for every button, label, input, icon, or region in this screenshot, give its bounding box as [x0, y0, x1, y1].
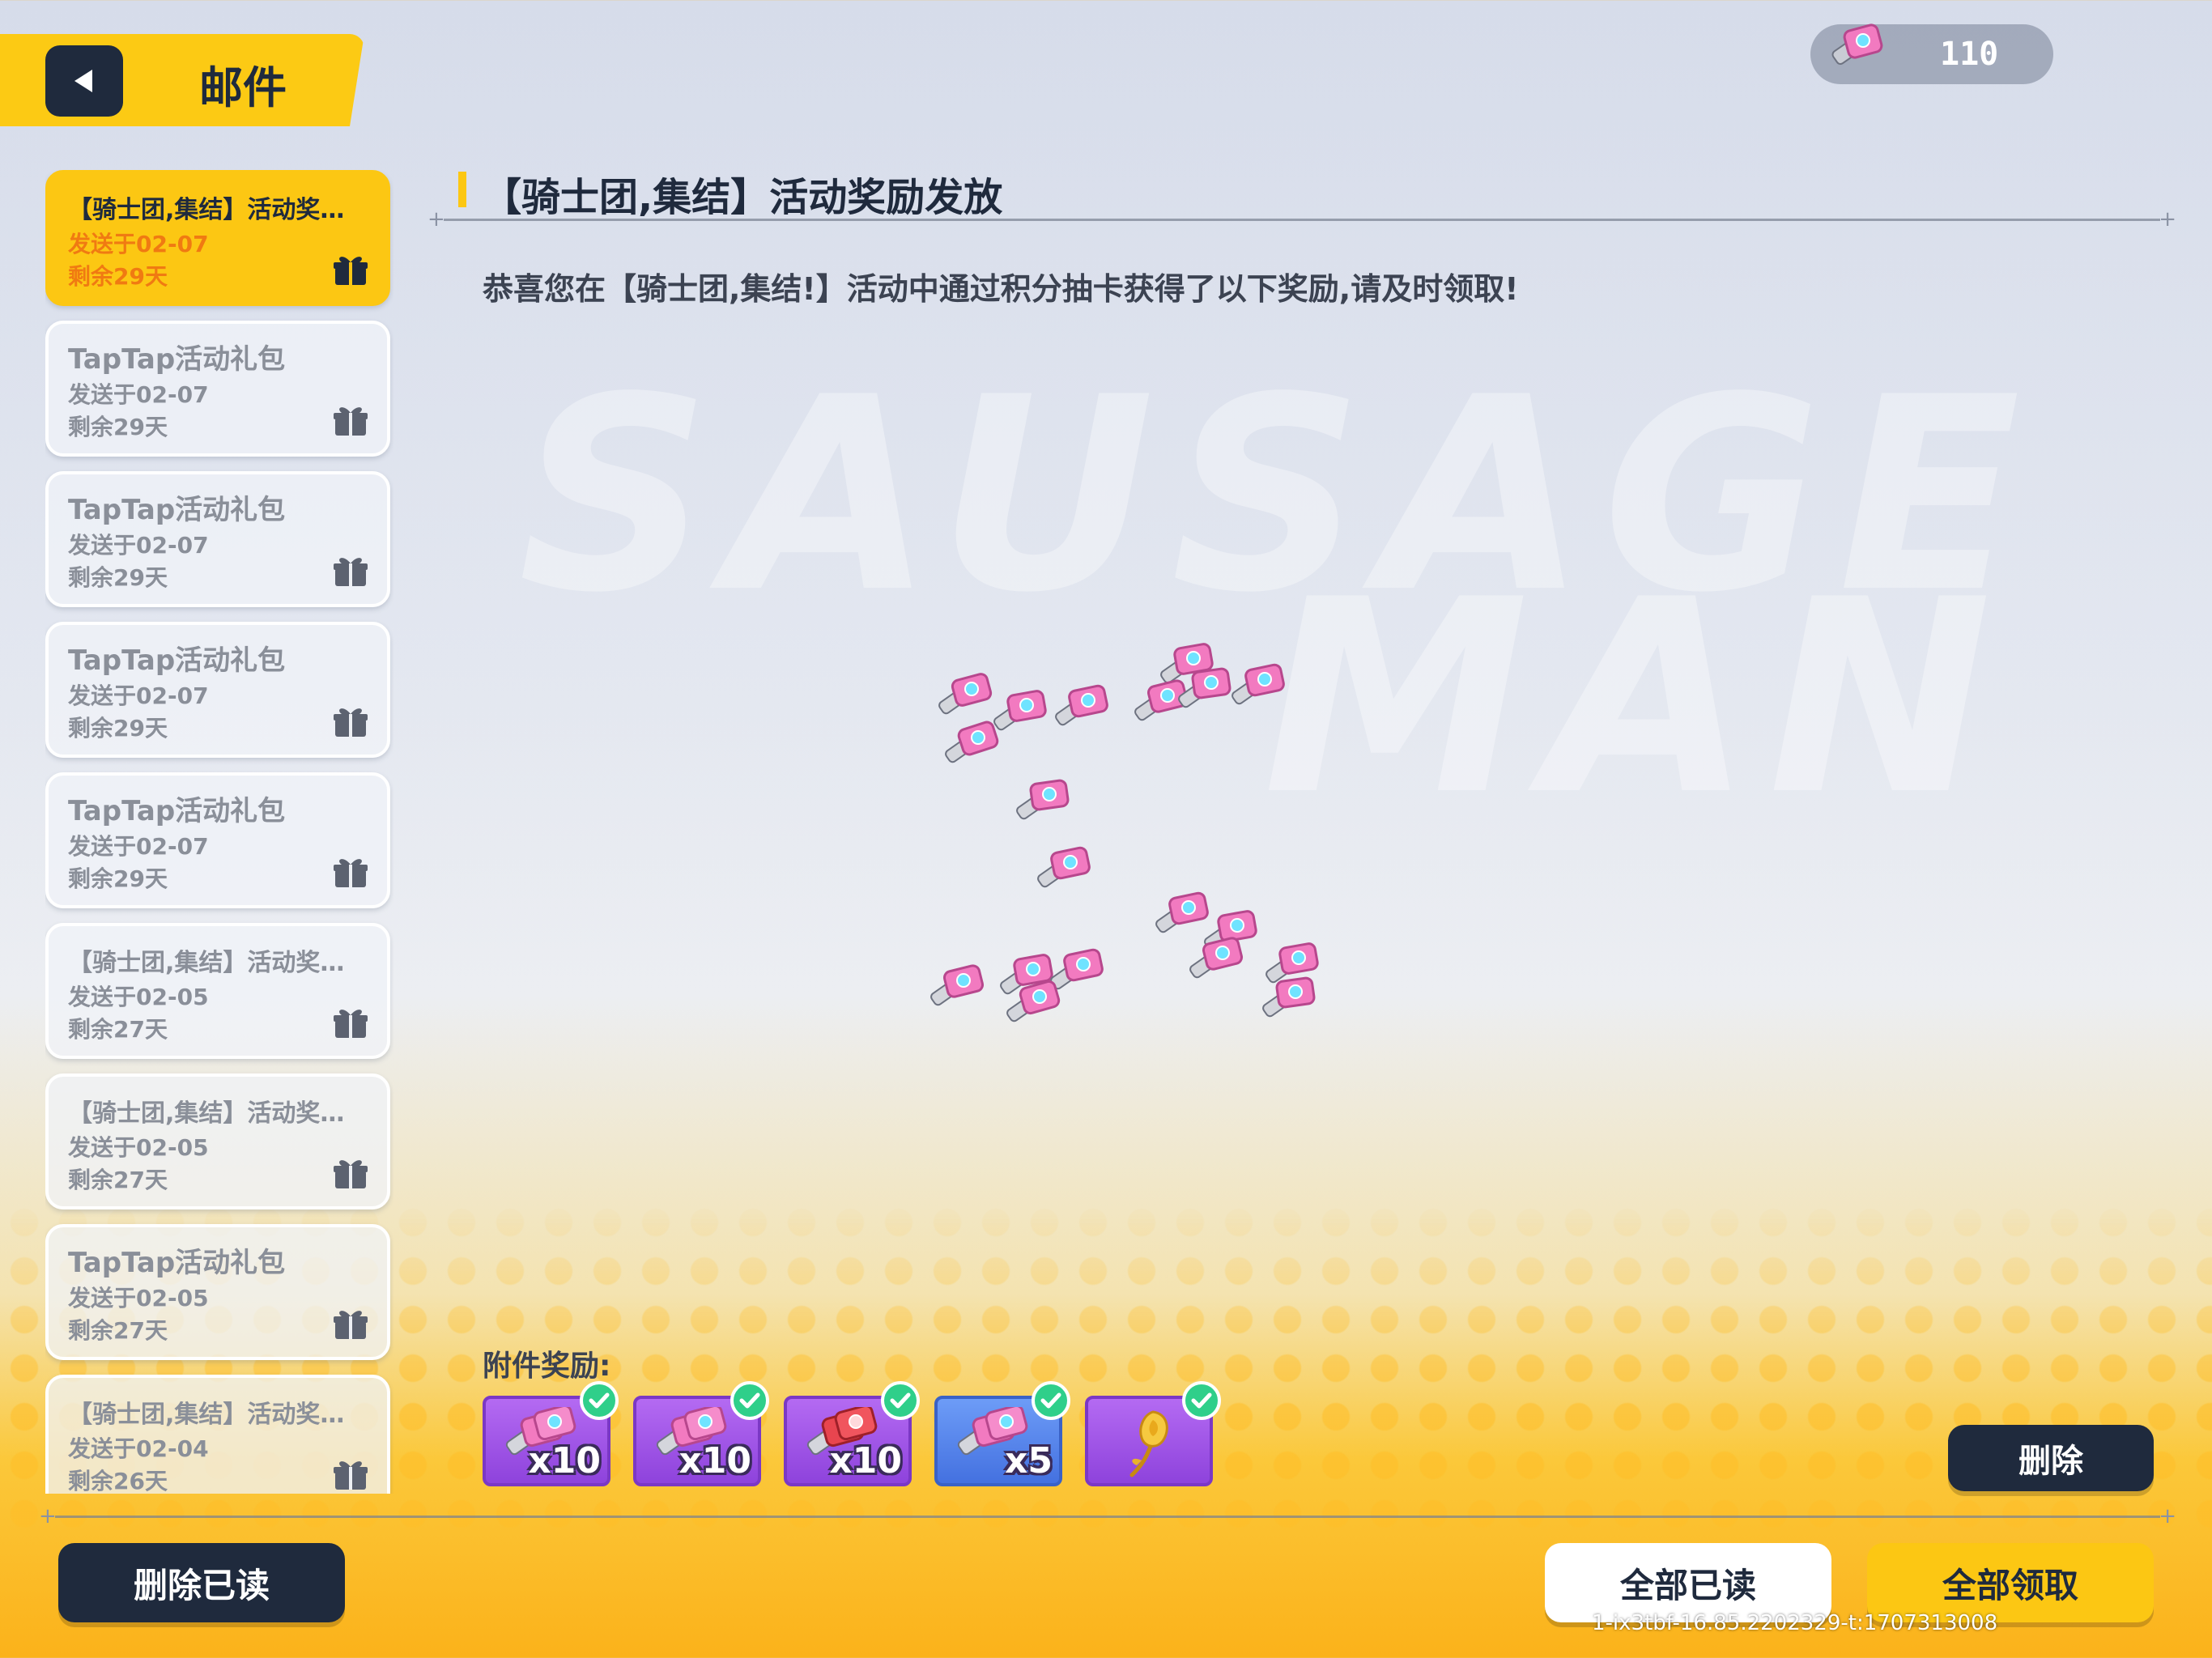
mail-item[interactable]: 【骑士团,集结】活动奖励发放 发送于02-05 剩余27天	[45, 1073, 390, 1209]
coupon-burst-animation	[907, 615, 1328, 1036]
mail-remaining: 剩余29天	[68, 865, 168, 892]
mail-remaining: 剩余26天	[68, 1468, 168, 1494]
mail-sent-date: 发送于02-07	[68, 682, 209, 709]
mail-remaining: 剩余29天	[68, 564, 168, 591]
mail-remaining: 剩余27天	[68, 1167, 168, 1193]
mail-item[interactable]: TapTap活动礼包 发送于02-07 剩余29天	[45, 471, 390, 607]
mail-item[interactable]: TapTap活动礼包 发送于02-07 剩余29天	[45, 622, 390, 758]
bottom-divider: + +	[39, 1504, 2176, 1528]
mail-title: TapTap活动礼包	[68, 644, 286, 677]
attachment-quantity: x5	[1005, 1440, 1053, 1482]
mail-title: TapTap活动礼包	[68, 343, 286, 376]
mail-sent-date: 发送于02-04	[68, 1435, 209, 1462]
attachment-quantity: x10	[829, 1440, 902, 1482]
mail-sent-date: 发送于02-07	[68, 231, 209, 257]
coupon-icon	[938, 673, 993, 715]
mail-list[interactable]: 【骑士团,集结】活动奖励发放 发送于02-07 剩余29天 TapTap活动礼包…	[45, 170, 393, 1494]
mail-sent-date: 发送于02-07	[68, 381, 209, 408]
title-accent-bar	[458, 172, 466, 207]
coupon-icon	[1055, 684, 1108, 726]
mail-title: TapTap活动礼包	[68, 494, 286, 526]
mail-content-body: 恭喜您在【骑士团,集结!】活动中通过积分抽卡获得了以下奖励,请及时领取!	[483, 271, 1519, 307]
claimed-check-icon	[1032, 1381, 1070, 1420]
mail-sent-date: 发送于02-07	[68, 532, 209, 559]
gift-icon	[334, 1010, 368, 1038]
mail-item[interactable]: TapTap活动礼包 发送于02-07 剩余29天	[45, 321, 390, 457]
coupon-icon	[1231, 663, 1285, 705]
coupon-icon	[1189, 937, 1244, 979]
mail-sent-date: 发送于02-05	[68, 1285, 209, 1312]
attachments-label: 附件奖励:	[483, 1350, 611, 1383]
build-id: 1-ix3tbf-16.85.2202329-t:1707313008	[1592, 1611, 1998, 1635]
mail-item[interactable]: 【骑士团,集结】活动奖励发放 发送于02-04 剩余26天	[45, 1375, 390, 1494]
back-arrow-icon	[74, 70, 92, 92]
claimed-check-icon	[580, 1381, 619, 1420]
attachment-quantity: x10	[528, 1440, 601, 1482]
mail-remaining: 剩余29天	[68, 715, 168, 742]
attachment-item[interactable]: x10	[483, 1381, 619, 1486]
currency-display: 110	[1810, 23, 2053, 84]
page-title: 邮件	[199, 62, 287, 113]
mail-item[interactable]: TapTap活动礼包 发送于02-07 剩余29天	[45, 772, 390, 908]
currency-value: 110	[1940, 36, 1999, 73]
gift-icon	[334, 708, 368, 737]
mail-remaining: 剩余27天	[68, 1016, 168, 1043]
coupon-icon	[1006, 980, 1061, 1022]
mail-title: TapTap活动礼包	[68, 1247, 286, 1279]
attachment-item[interactable]: x10	[784, 1381, 920, 1486]
attachment-quantity: x10	[678, 1440, 751, 1482]
mail-remaining: 剩余29天	[68, 263, 168, 290]
title-divider: + +	[428, 207, 2176, 232]
mail-remaining: 剩余29天	[68, 414, 168, 440]
mail-sent-date: 发送于02-05	[68, 1134, 209, 1161]
attachment-item[interactable]	[1085, 1381, 1221, 1486]
back-button[interactable]	[45, 45, 123, 117]
delete-button[interactable]: 删除	[1948, 1425, 2154, 1491]
coupon-icon	[945, 721, 999, 763]
coupon-icon	[1262, 976, 1316, 1018]
mail-sent-date: 发送于02-07	[68, 833, 209, 860]
attachment-item[interactable]: x10	[633, 1381, 769, 1486]
mail-sent-date: 发送于02-05	[68, 984, 209, 1010]
mail-title: 【骑士团,集结】活动奖励发放	[68, 1401, 368, 1429]
claimed-check-icon	[881, 1381, 920, 1420]
delete-read-button[interactable]: 删除已读	[58, 1543, 345, 1622]
mail-title: 【骑士团,集结】活动奖励发放	[68, 196, 368, 224]
mail-remaining: 剩余27天	[68, 1317, 168, 1344]
claimed-check-icon	[1182, 1381, 1221, 1420]
gift-icon	[334, 859, 368, 887]
mail-content-title: 【骑士团,集结】活动奖励发放	[483, 175, 1003, 220]
mail-item[interactable]: 【骑士团,集结】活动奖励发放 发送于02-07 剩余29天	[45, 170, 390, 306]
attachment-item[interactable]: x5	[934, 1381, 1070, 1486]
claimed-check-icon	[730, 1381, 769, 1420]
gift-icon	[334, 558, 368, 586]
sausage-man-watermark: SAUSAGE MAN	[518, 340, 2037, 853]
gift-icon	[334, 407, 368, 436]
gift-icon	[334, 1461, 368, 1490]
gift-icon	[334, 257, 368, 285]
golden-rose-icon	[1121, 1405, 1185, 1482]
mail-title: 【骑士团,集结】活动奖励发放	[68, 949, 368, 977]
mail-item[interactable]: 【骑士团,集结】活动奖励发放 发送于02-05 剩余27天	[45, 923, 390, 1059]
coupon-icon	[1037, 846, 1091, 888]
mail-item[interactable]: TapTap活动礼包 发送于02-05 剩余27天	[45, 1224, 390, 1360]
gift-icon	[334, 1311, 368, 1339]
coupon-icon	[930, 964, 985, 1006]
coupon-icon	[1016, 779, 1070, 820]
gift-icon	[334, 1160, 368, 1188]
mail-title: TapTap活动礼包	[68, 795, 286, 827]
coupon-icon	[1831, 23, 1883, 66]
mail-title: 【骑士团,集结】活动奖励发放	[68, 1099, 368, 1128]
